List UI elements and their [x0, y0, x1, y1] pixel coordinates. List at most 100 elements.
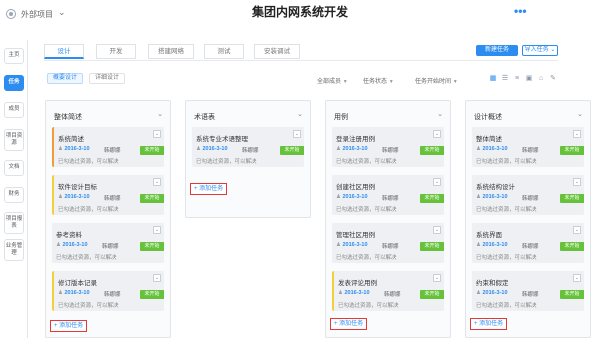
- task-card[interactable]: 管理社区用例 ⌄ ♟ 2016-3-10 韩娜娜 未开始 已勾选过资源，可以解决: [332, 223, 444, 263]
- status-badge: 未开始: [560, 194, 584, 203]
- subtab-overview-design[interactable]: 概要设计: [47, 73, 83, 84]
- add-task-button[interactable]: + 添加任务: [330, 318, 368, 330]
- task-date-value: 2016-3-10: [64, 290, 90, 296]
- task-note: 已勾选过资源，可以解决: [336, 207, 397, 213]
- import-task-button[interactable]: 导入任务 ⌄: [522, 45, 558, 56]
- subtab-detailed-design[interactable]: 详细设计: [89, 73, 125, 84]
- task-title: 软件设计目标: [58, 184, 97, 191]
- nav-item-project-resources[interactable]: 项目资源: [4, 129, 24, 151]
- card-menu-icon[interactable]: ⌄: [433, 130, 441, 138]
- status-badge: 未开始: [140, 242, 164, 251]
- card-menu-icon[interactable]: ⌄: [433, 226, 441, 234]
- task-card[interactable]: 修订版本记录 ⌄ ♟ 2016-3-10 韩娜娜 未开始 已勾选过资源，可以解决: [52, 271, 164, 311]
- add-task-button[interactable]: + 添加任务: [470, 318, 508, 330]
- card-menu-icon[interactable]: ⌄: [153, 226, 161, 234]
- edit-view-icon[interactable]: ✎: [549, 75, 557, 83]
- chevron-down-icon[interactable]: ⌄: [437, 110, 443, 118]
- card-menu-icon[interactable]: ⌄: [573, 226, 581, 234]
- chevron-down-icon[interactable]: ⌄: [577, 110, 583, 118]
- nav-item-documents[interactable]: 文档: [4, 160, 24, 176]
- chevron-down-icon: ▼: [388, 79, 394, 85]
- task-date: ♟ 2016-3-10: [58, 290, 90, 296]
- task-note: 已勾选过资源，可以解决: [58, 207, 119, 213]
- tab-testing[interactable]: 测试: [204, 44, 244, 59]
- top-bar: 外部项目 ⌄ 集团内网系统开发 •••: [0, 0, 600, 30]
- nav-item-project-reports[interactable]: 项目报表: [4, 212, 24, 234]
- card-menu-icon[interactable]: ⌄: [433, 178, 441, 186]
- column-title: 术语表: [194, 114, 215, 121]
- status-badge: 未开始: [420, 290, 444, 299]
- task-owner: 韩娜娜: [382, 244, 399, 250]
- task-title: 管理社区用例: [336, 232, 375, 239]
- status-badge: 未开始: [280, 146, 304, 155]
- status-badge: 未开始: [420, 146, 444, 155]
- tab-installation[interactable]: 安装调试: [254, 44, 300, 59]
- filter-label: 任务开始时间: [415, 79, 452, 85]
- card-menu-icon[interactable]: ⌄: [153, 130, 161, 138]
- task-note: 已勾选过资源，可以解决: [56, 255, 117, 261]
- filter-start-time[interactable]: 任务开始时间 ▼: [415, 76, 458, 85]
- tab-network-setup[interactable]: 搭建网络: [148, 44, 194, 59]
- filter-task-status[interactable]: 任务状态 ▼: [363, 76, 394, 85]
- gantt-view-icon[interactable]: ≡: [513, 75, 521, 83]
- task-card[interactable]: 约束和假定 ⌄ ♟ 2016-3-10 韩娜娜 未开始 已勾选过资源，可以解决: [472, 271, 584, 311]
- task-note: 已勾选过资源，可以解决: [476, 255, 537, 261]
- add-task-button[interactable]: + 添加任务: [50, 320, 88, 332]
- attachment-view-icon[interactable]: ⌂: [537, 75, 545, 83]
- task-note: 已勾选过资源，可以解决: [336, 159, 397, 165]
- task-card[interactable]: 系统界面 ⌄ ♟ 2016-3-10 韩娜娜 未开始 已勾选过资源，可以解决: [472, 223, 584, 263]
- task-card[interactable]: 系统简述 ⌄ ♟ 2016-3-10 韩娜娜 未开始 已勾选过资源，可以解决: [52, 127, 164, 167]
- card-menu-icon[interactable]: ⌄: [573, 130, 581, 138]
- task-owner: 韩娜娜: [522, 292, 539, 298]
- task-owner: 韩娜娜: [104, 196, 121, 202]
- status-badge: 未开始: [560, 146, 584, 155]
- more-options-icon[interactable]: •••: [514, 4, 527, 18]
- add-task-label: 添加任务: [339, 321, 364, 327]
- task-owner: 韩娜娜: [382, 148, 399, 154]
- tab-development[interactable]: 开发: [96, 44, 136, 59]
- task-date-value: 2016-3-10: [202, 146, 228, 152]
- task-date: ♟ 2016-3-10: [58, 146, 90, 152]
- task-card[interactable]: 整体简述 ⌄ ♟ 2016-3-10 韩娜娜 未开始 已勾选过资源，可以解决: [472, 127, 584, 167]
- task-card[interactable]: 发表评论用例 ⌄ ♟ 2016-3-10 韩娜娜 未开始 已勾选过资源，可以解决: [332, 271, 444, 311]
- calendar-view-icon[interactable]: ▣: [525, 75, 533, 83]
- card-menu-icon[interactable]: ⌄: [293, 130, 301, 138]
- new-task-button[interactable]: 新建任务: [476, 45, 518, 56]
- board-view-icon[interactable]: ▦: [489, 75, 497, 83]
- nav-item-home[interactable]: 主页: [4, 48, 24, 64]
- nav-item-members[interactable]: 成员: [4, 102, 24, 118]
- task-card[interactable]: 参考资料 ⌄ ♟ 2016-3-10 韩娜娜 未开始 已勾选过资源，可以解决: [52, 223, 164, 263]
- tab-design[interactable]: 设计: [44, 44, 84, 59]
- task-title: 约束和假定: [476, 280, 509, 287]
- nav-item-finance[interactable]: 财务: [4, 187, 24, 203]
- card-menu-icon[interactable]: ⌄: [433, 274, 441, 282]
- card-menu-icon[interactable]: ⌄: [153, 178, 161, 186]
- filter-members[interactable]: 全部成员 ▼: [317, 76, 348, 85]
- nav-item-business-management[interactable]: 业务管理: [4, 239, 24, 261]
- card-menu-icon[interactable]: ⌄: [573, 178, 581, 186]
- status-badge: 未开始: [420, 194, 444, 203]
- card-menu-icon[interactable]: ⌄: [573, 274, 581, 282]
- add-task-button[interactable]: + 添加任务: [190, 183, 228, 195]
- nav-item-tasks[interactable]: 任务: [4, 75, 24, 91]
- chevron-down-icon[interactable]: ⌄: [297, 110, 303, 118]
- task-card[interactable]: 软件设计目标 ⌄ ♟ 2016-3-10 韩娜娜 未开始 已勾选过资源，可以解决: [52, 175, 164, 215]
- task-date-value: 2016-3-10: [342, 194, 368, 200]
- task-note: 已勾选过资源，可以解决: [58, 159, 119, 165]
- task-title: 创建社区用例: [336, 184, 375, 191]
- task-card[interactable]: 系统结构设计 ⌄ ♟ 2016-3-10 韩娜娜 未开始 已勾选过资源，可以解决: [472, 175, 584, 215]
- task-card[interactable]: 创建社区用例 ⌄ ♟ 2016-3-10 韩娜娜 未开始 已勾选过资源，可以解决: [332, 175, 444, 215]
- status-badge: 未开始: [560, 290, 584, 299]
- task-card[interactable]: 系统专业术语整理 ⌄ ♟ 2016-3-10 韩娜娜 未开始 已勾选过资源，可以…: [192, 127, 304, 167]
- kanban-column: 整体简述 ⌄ 系统简述 ⌄ ♟ 2016-3-10 韩娜娜 未开始 已勾选过资源…: [45, 100, 171, 338]
- nav-item-label: 文档: [8, 164, 20, 170]
- task-date-value: 2016-3-10: [482, 194, 508, 200]
- chevron-down-icon[interactable]: ⌄: [157, 110, 163, 118]
- task-date: ♟ 2016-3-10: [338, 290, 370, 296]
- task-date-value: 2016-3-10: [64, 146, 90, 152]
- list-view-icon[interactable]: ☰: [501, 75, 509, 83]
- status-badge: 未开始: [420, 242, 444, 251]
- task-card[interactable]: 登录注册用例 ⌄ ♟ 2016-3-10 韩娜娜 未开始 已勾选过资源，可以解决: [332, 127, 444, 167]
- card-menu-icon[interactable]: ⌄: [153, 274, 161, 282]
- column-title: 用例: [334, 114, 348, 121]
